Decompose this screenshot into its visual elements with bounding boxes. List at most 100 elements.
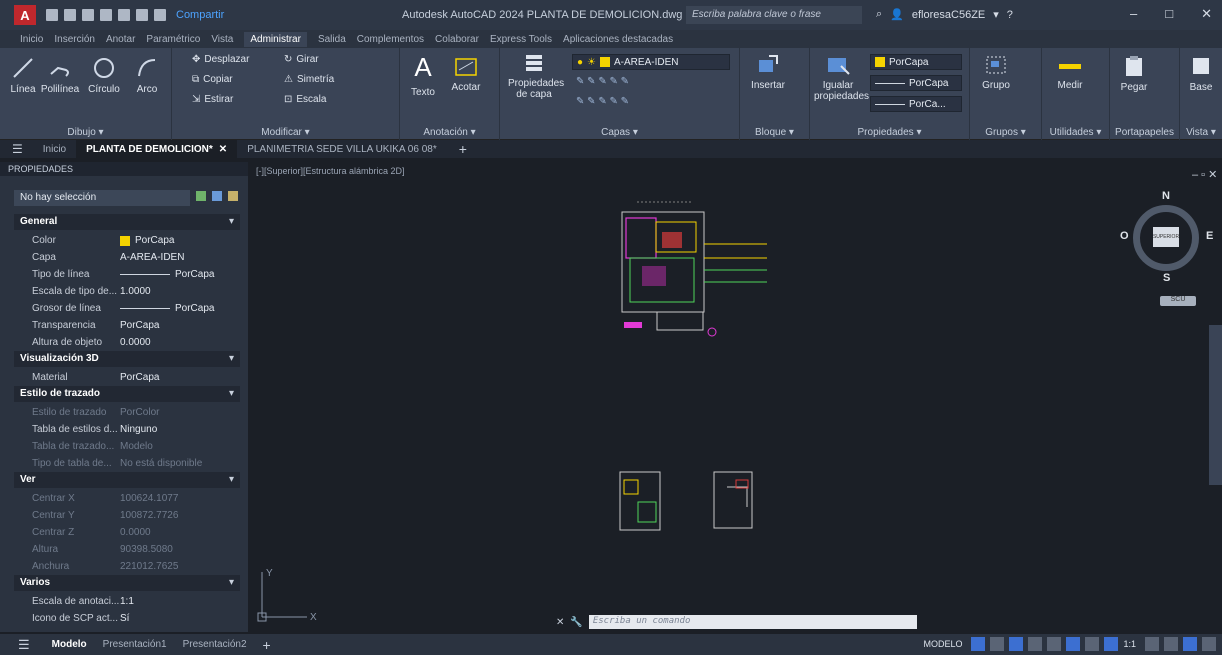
redo-icon[interactable] [154,9,166,21]
property-row[interactable]: Escala de tipo de... 1.0000 [14,283,240,300]
user-name[interactable]: efloresaC56ZE [912,9,985,21]
property-row[interactable]: Altura de objeto 0.0000 [14,334,240,351]
toggle-pickadd-icon[interactable] [196,191,206,201]
search-input[interactable]: Escriba palabra clave o frase [686,6,862,24]
property-row[interactable]: Capa A-AREA-IDEN [14,249,240,266]
block-panel-title[interactable]: Bloque ▾ [740,127,809,138]
property-row[interactable]: Tipo de línea PorCapa [14,266,240,283]
new-layout-button[interactable]: + [263,637,271,653]
collapse-icon[interactable]: ▾ [229,216,234,227]
viewcube-east[interactable]: E [1206,230,1213,242]
quick-select-icon[interactable] [228,191,238,201]
viewcube-face[interactable]: SUPERIOR [1153,227,1179,247]
ribbon-tab-express-tools[interactable]: Express Tools [490,34,552,45]
search-icon[interactable]: ⌕ [876,8,882,21]
copy-tool[interactable]: ⧉ Copiar [192,74,233,85]
property-value[interactable]: PorCapa [120,269,240,280]
property-value[interactable]: PorColor [120,407,240,418]
mirror-tool[interactable]: ⚠ Simetría [284,74,334,85]
base-view-tool[interactable]: Base [1184,54,1218,93]
section-view[interactable]: Ver ▾ [14,472,240,488]
isolate-icon[interactable] [1183,637,1197,651]
property-row[interactable]: Tabla de trazado... Modelo [14,438,240,455]
property-value[interactable]: Sí [120,613,240,624]
file-tabs-menu-icon[interactable]: ☰ [12,142,23,156]
property-value[interactable]: 221012.7625 [120,561,240,572]
property-value[interactable]: 100872.7726 [120,510,240,521]
ribbon-tab-colaborar[interactable]: Colaborar [435,34,479,45]
property-row[interactable]: Centrar Z 0.0000 [14,524,240,541]
property-row[interactable]: Transparencia PorCapa [14,317,240,334]
undo-icon[interactable] [136,9,148,21]
annotation-panel-title[interactable]: Anotación ▾ [400,127,499,138]
osnap-icon[interactable] [1066,637,1081,651]
property-value[interactable]: Ninguno [120,424,240,435]
ribbon-tab-administrar[interactable]: Administrar [244,31,307,47]
circle-tool[interactable]: Círculo [86,56,122,95]
property-value[interactable]: 0.0000 [120,527,240,538]
open-icon[interactable] [64,9,76,21]
plus-icon[interactable] [1164,637,1178,651]
navigation-bar[interactable] [1209,325,1222,485]
layer-tools-row-2[interactable]: ✎ ✎ ✎ ✎ ✎ [576,96,629,107]
annotation-scale[interactable]: 1:1 [1123,639,1136,649]
layout-tab[interactable]: Modelo [44,639,95,650]
ribbon-tab-aplicaciones-destacadas[interactable]: Aplicaciones destacadas [563,34,673,45]
collapse-icon[interactable]: ▾ [229,474,234,485]
save-as-icon[interactable] [100,9,112,21]
plot-icon[interactable] [118,9,130,21]
layout-tab[interactable]: Presentación1 [95,639,175,650]
drawing-viewport[interactable]: [-][Superior][Estructura alámbrica 2D] Y… [252,162,1222,632]
move-tool[interactable]: ✥ Desplazar [192,54,249,65]
property-row[interactable]: Tipo de tabla de... No está disponible [14,455,240,472]
paste-tool[interactable]: Pegar [1116,54,1152,93]
property-row[interactable]: Icono de SCP act... Sí [14,610,240,627]
snap-icon[interactable] [990,637,1005,651]
ribbon-tab-complementos[interactable]: Complementos [357,34,424,45]
section-plotstyle[interactable]: Estilo de trazado ▾ [14,386,240,402]
layer-properties-tool[interactable]: Propiedades de capa [508,52,564,100]
property-value[interactable]: PorCapa [120,320,240,331]
rotate-tool[interactable]: ↻ Girar [284,54,319,65]
section-misc[interactable]: Varios ▾ [14,575,240,591]
file-tab[interactable]: Inicio [33,140,76,158]
ribbon-tab-anotar[interactable]: Anotar [106,34,135,45]
arc-tool[interactable]: Arco [130,56,164,95]
grid-icon[interactable] [971,637,986,651]
property-row[interactable]: Escala de anotaci... 1:1 [14,593,240,610]
cart-icon[interactable]: ▾ [993,8,999,21]
ribbon-tab-salida[interactable]: Salida [318,34,346,45]
clipboard-panel-title[interactable]: Portapapeles [1110,127,1179,138]
property-value[interactable]: PorCapa [120,235,240,246]
close-tab-icon[interactable]: ✕ [219,144,227,155]
help-icon[interactable]: ? [1007,9,1013,21]
selection-dropdown[interactable]: No hay selección [14,190,190,206]
property-row[interactable]: Centrar Y 100872.7726 [14,507,240,524]
viewcube-south[interactable]: S [1163,272,1170,284]
customize-icon[interactable]: 🔧 [570,617,582,628]
properties-ribbon-title[interactable]: Propiedades ▾ [810,127,969,138]
file-tab[interactable]: PLANIMETRIA SEDE VILLA UKIKA 06 08* [237,140,447,158]
select-objects-icon[interactable] [212,191,222,201]
property-value[interactable]: 0.0000 [120,337,240,348]
property-row[interactable]: Color PorCapa [14,232,240,249]
property-row[interactable]: Grosor de línea PorCapa [14,300,240,317]
app-menu-button[interactable]: A [14,5,36,25]
layer-tools-row-1[interactable]: ✎ ✎ ✎ ✎ ✎ [576,76,629,87]
ribbon-tab-paramétrico[interactable]: Paramétrico [146,34,200,45]
linetype-dropdown[interactable]: PorCapa [870,75,962,91]
isodraft-icon[interactable] [1047,637,1062,651]
stretch-tool[interactable]: ⇲ Estirar [192,94,233,105]
collapse-icon[interactable]: ▾ [229,353,234,364]
match-properties-tool[interactable]: Igualar propiedades [814,54,869,102]
section-vis3d[interactable]: Visualización 3D ▾ [14,351,240,367]
property-value[interactable]: A-AREA-IDEN [120,252,240,263]
text-tool[interactable]: A Texto [408,52,438,98]
model-space-toggle[interactable]: MODELO [923,639,962,649]
wcs-menu[interactable]: SCU [1160,296,1196,306]
property-row[interactable]: Altura 90398.5080 [14,541,240,558]
share-button[interactable]: Compartir [176,9,224,21]
polyline-tool[interactable]: Polilínea [40,56,80,95]
utilities-panel-title[interactable]: Utilidades ▾ [1042,127,1109,138]
maximize-icon[interactable]: □ [1165,6,1173,22]
